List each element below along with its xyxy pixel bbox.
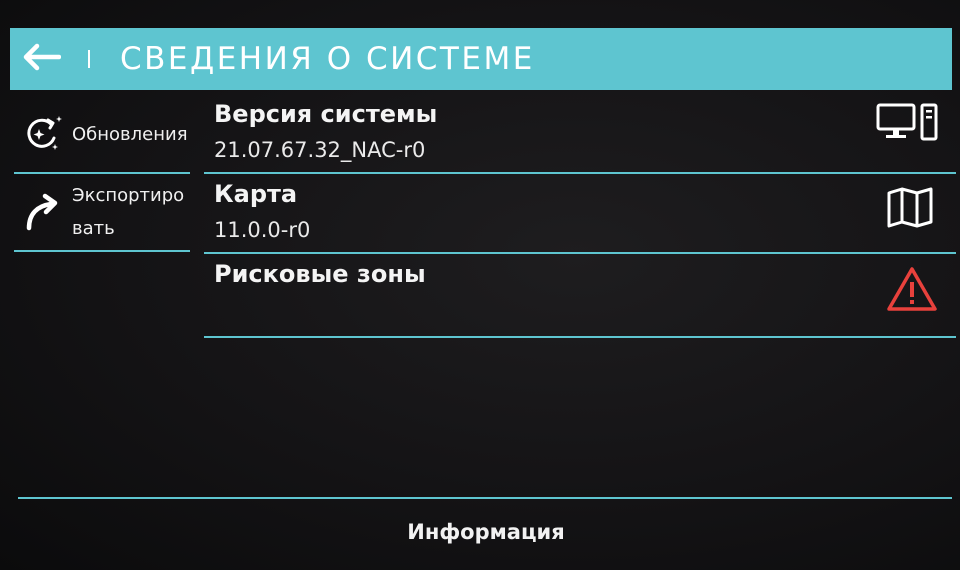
list-item-title: Версия системы — [214, 100, 438, 128]
list-item-risk-zones[interactable]: Рисковые зоны — [204, 254, 956, 338]
system-info-list: Версия системы 21.07.67.32_NAC-r0 Карта … — [204, 94, 956, 338]
header-bar: СВЕДЕНИЯ О СИСТЕМЕ — [10, 28, 952, 90]
sidebar-item-updates[interactable]: Обновления — [14, 96, 190, 174]
computer-tower-icon — [876, 102, 940, 146]
map-icon — [886, 186, 934, 232]
list-item-system-version[interactable]: Версия системы 21.07.67.32_NAC-r0 — [204, 94, 956, 174]
sidebar-item-label: Экспортировать — [72, 185, 185, 239]
sidebar-item-label: Обновления — [72, 123, 188, 145]
sidebar: Обновления Экспортировать — [14, 96, 190, 252]
list-item-value: 21.07.67.32_NAC-r0 — [214, 138, 426, 162]
update-sparkle-icon — [18, 112, 68, 156]
page-title: СВЕДЕНИЯ О СИСТЕМЕ — [120, 41, 535, 77]
system-info-screen: СВЕДЕНИЯ О СИСТЕМЕ Обновления Экспортиро… — [0, 0, 960, 570]
list-item-value: 11.0.0-r0 — [214, 218, 311, 242]
back-button[interactable] — [10, 28, 72, 90]
arrow-left-icon — [21, 43, 62, 75]
header-separator — [88, 50, 90, 68]
list-item-title: Карта — [214, 180, 298, 208]
list-item-map[interactable]: Карта 11.0.0-r0 — [204, 174, 956, 254]
footer-divider — [18, 497, 952, 499]
export-arrow-icon — [18, 190, 68, 234]
sidebar-item-export[interactable]: Экспортировать — [14, 174, 190, 252]
warning-triangle-icon — [886, 266, 938, 316]
footer-tab-information[interactable]: Информация — [0, 520, 960, 544]
list-item-title: Рисковые зоны — [214, 260, 426, 288]
